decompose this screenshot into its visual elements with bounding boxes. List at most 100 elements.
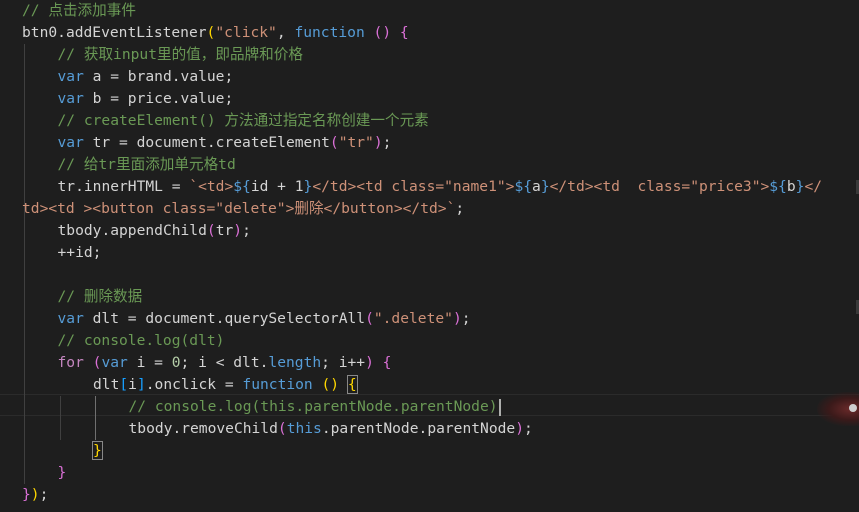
code-token: appendChild [110,222,207,239]
code-token: . [75,178,84,195]
code-token: innerHTML [83,178,163,195]
code-token: var [57,310,84,327]
code-token: ${ [514,178,533,195]
code-token: // console.log(dlt) [57,332,225,349]
code-token: "tr" [338,134,374,151]
matched-bracket: { [346,375,358,394]
code-line[interactable]: dlt[i].onclick = function () { [93,374,358,396]
code-token: ) [373,134,383,151]
code-line[interactable]: // console.log(this.parentNode.parentNod… [129,396,501,418]
code-line[interactable]: // 点击添加事件 [22,0,136,22]
code-token: ${ [769,178,787,195]
code-token: { [382,354,392,371]
code-token: // 删除数据 [57,288,143,305]
code-token: ( [329,134,339,151]
code-line[interactable]: }); [22,484,48,506]
code-token: . [321,420,331,437]
code-token: value [180,68,225,85]
code-token: ( [206,222,216,239]
code-line[interactable]: // console.log(dlt) [58,330,225,352]
code-token: // createElement() 方法通过指定名称创建一个元素 [57,112,429,129]
code-token: // console.log(this.parentNode.parentNod… [128,398,498,415]
code-token: ; [455,200,465,217]
code-token: ] [136,376,146,393]
code-token: var [57,90,84,107]
code-token: ; [461,310,471,327]
code-token: [ [119,376,129,393]
code-token: removeChild [181,420,278,437]
code-token: a = [83,68,128,85]
code-token: // 给tr里面添加单元格td [57,156,236,173]
code-token: } [22,486,31,503]
code-line[interactable]: var a = brand.value; [58,66,234,88]
code-token: ( [277,420,287,437]
code-token: document [145,310,216,327]
code-token: b [786,178,796,195]
code-token: querySelectorAll [224,310,366,327]
code-token: ; [92,244,102,261]
code-line[interactable]: // createElement() 方法通过指定名称创建一个元素 [58,110,429,132]
code-token: { [399,24,409,41]
code-token: ; [224,90,234,107]
code-token: , [276,24,295,41]
code-token: for [57,354,84,371]
code-token: ++id [57,244,93,261]
indent-guide [24,44,25,484]
code-token: addEventListener [65,24,207,41]
code-token: // 获取input里的值，即品牌和价格 [57,46,303,63]
code-token: () [373,24,392,41]
code-line[interactable]: // 给tr里面添加单元格td [58,154,236,176]
code-line[interactable]: } [58,462,67,484]
code-line[interactable]: tr.innerHTML = `<td>${id + 1}</td><td cl… [58,176,823,198]
code-token: a [532,178,541,195]
code-token: ) [30,486,40,503]
code-token: ; i < dlt [180,354,260,371]
code-token: function [242,376,313,393]
code-token: </ [804,178,823,195]
code-line[interactable]: var b = price.value; [58,88,234,110]
code-line[interactable]: var tr = document.createElement("tr"); [58,132,392,154]
code-token: . [172,420,182,437]
code-token: ) [452,310,462,327]
code-line[interactable]: var dlt = document.querySelectorAll(".de… [58,308,471,330]
code-line[interactable]: for (var i = 0; i < dlt.length; i++) { [58,352,392,374]
code-token: btn0 [22,24,58,41]
code-token: `<td> [189,178,234,195]
code-line[interactable]: // 删除数据 [58,286,143,308]
code-token: tbody [57,222,102,239]
code-token: dlt [93,376,120,393]
minimap-dot-icon [849,404,857,412]
code-token: . [145,376,155,393]
code-token: 0 [171,354,181,371]
code-token: () [321,376,340,393]
indent-guide [95,396,96,440]
code-line[interactable]: ++id; [58,242,102,264]
code-token: tr [57,178,76,195]
code-line[interactable]: // 获取input里的值，即品牌和价格 [58,44,303,66]
code-editor[interactable]: // 点击添加事件 btn0.addEventListener("click", … [0,0,859,512]
code-line[interactable]: tbody.removeChild(this.parentNode.parent… [129,418,533,440]
code-token: ) [233,222,243,239]
code-token: var [101,354,128,371]
code-line[interactable]: td><td ><button class="delete">删除</butto… [22,198,464,220]
code-token: ) [515,420,524,437]
code-token: length [268,354,322,371]
code-token: brand [127,68,172,85]
code-token: price [127,90,172,107]
code-line[interactable]: btn0.addEventListener("click", function … [22,22,409,44]
code-line[interactable]: } [92,440,103,462]
code-token: ) [365,354,374,371]
code-token: onclick [154,376,217,393]
code-token: tr = [83,134,137,151]
code-token: td><td ><button class="delete">删除</butto… [22,200,456,217]
code-token: document [136,134,207,151]
indent-guide [59,396,61,440]
code-token: = [216,376,243,393]
code-token: . [206,134,216,151]
code-token: this [286,420,322,437]
code-line[interactable]: tbody.appendChild(tr); [58,220,251,242]
